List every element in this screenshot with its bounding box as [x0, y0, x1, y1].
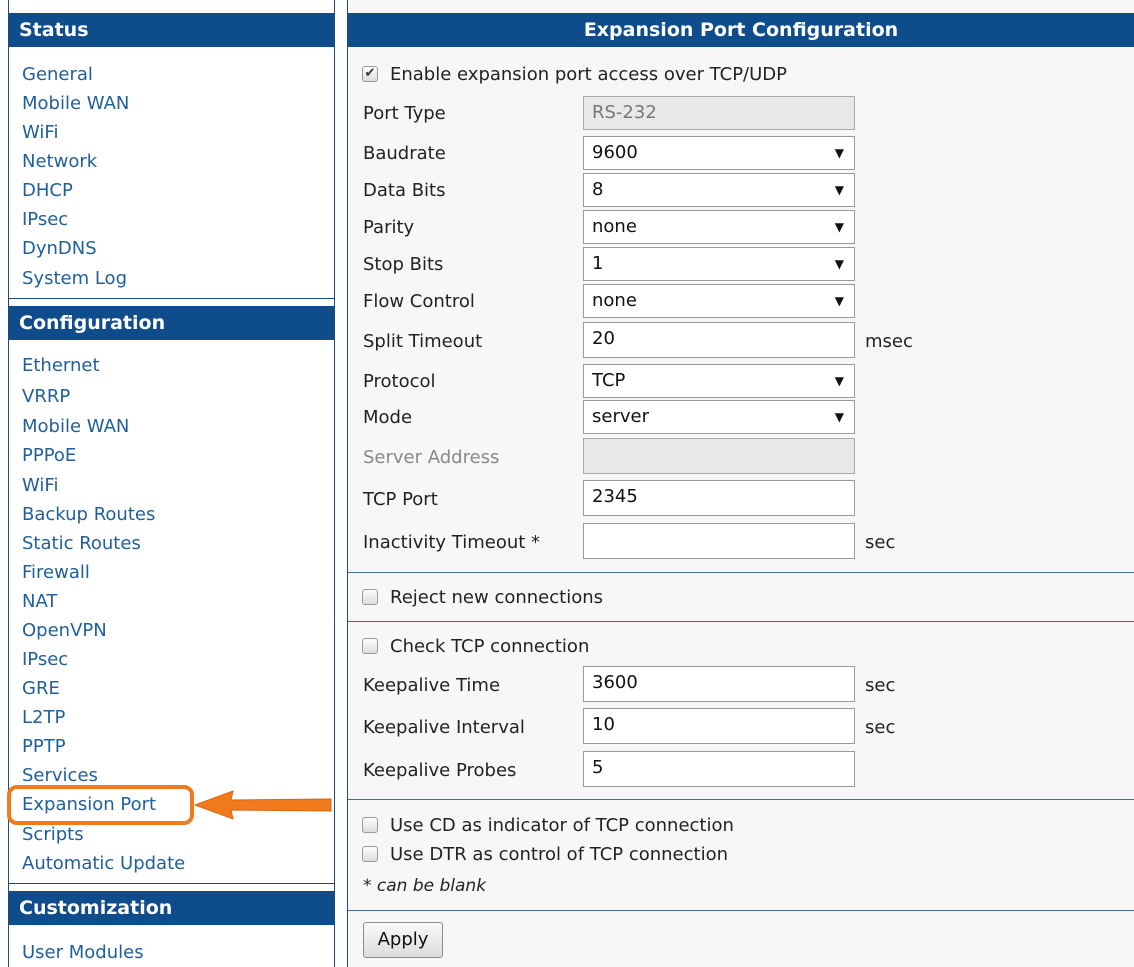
port-type-field: RS-232 [583, 96, 855, 130]
keepalive-time-input[interactable]: 3600 [583, 666, 855, 702]
keepalive-interval-label: Keepalive Interval [363, 717, 525, 738]
sidebar-item-ethernet[interactable]: Ethernet [22, 355, 100, 377]
annotation-arrow-icon [193, 790, 332, 820]
use-dtr-control-label: Use DTR as control of TCP connection [390, 844, 729, 865]
dropdown-arrow-icon: ▼ [834, 294, 844, 308]
keepalive-probes-label: Keepalive Probes [363, 760, 517, 781]
split-timeout-unit: msec [865, 331, 913, 352]
enable-expansion-port-label: Enable expansion port access over TCP/UD… [390, 64, 788, 85]
sidebar-item-firewall[interactable]: Firewall [22, 562, 90, 584]
parity-value: none [592, 216, 637, 237]
sidebar-item-pppoe[interactable]: PPPoE [22, 445, 76, 467]
reject-new-connections-label: Reject new connections [390, 587, 604, 608]
sidebar-item-status-network[interactable]: Network [22, 151, 97, 173]
keepalive-time-unit: sec [865, 675, 896, 696]
sidebar-item-status-ipsec[interactable]: IPsec [22, 209, 68, 231]
port-type-label: Port Type [363, 103, 446, 124]
sidebar-item-status-general[interactable]: General [22, 64, 93, 86]
sidebar-item-user-modules[interactable]: User Modules [22, 942, 144, 964]
sidebar-item-static-routes[interactable]: Static Routes [22, 533, 141, 555]
section-divider [348, 621, 1134, 622]
baudrate-select[interactable]: 9600 ▼ [583, 136, 855, 170]
stop-bits-label: Stop Bits [363, 254, 444, 275]
enable-expansion-port-checkbox[interactable]: ✔ [362, 66, 378, 82]
dropdown-arrow-icon: ▼ [834, 146, 844, 160]
protocol-value: TCP [592, 370, 626, 391]
flow-control-select[interactable]: none ▼ [583, 284, 855, 318]
dropdown-arrow-icon: ▼ [834, 410, 844, 424]
configuration-section-title: Configuration [9, 306, 334, 340]
flow-control-label: Flow Control [363, 291, 475, 312]
data-bits-select[interactable]: 8 ▼ [583, 173, 855, 207]
server-address-input [583, 438, 855, 474]
sidebar-item-gre[interactable]: GRE [22, 678, 60, 700]
parity-label: Parity [363, 217, 415, 238]
dropdown-arrow-icon: ▼ [834, 183, 844, 197]
sidebar-item-status-dhcp[interactable]: DHCP [22, 180, 73, 202]
baudrate-label: Baudrate [363, 143, 446, 164]
sidebar-item-pptp[interactable]: PPTP [22, 736, 66, 758]
dropdown-arrow-icon: ▼ [834, 257, 844, 271]
reject-new-connections-checkbox[interactable] [362, 589, 378, 605]
section-divider [348, 799, 1134, 800]
keepalive-interval-unit: sec [865, 717, 896, 738]
section-divider [348, 572, 1134, 573]
sidebar-item-automatic-update[interactable]: Automatic Update [22, 853, 185, 875]
selected-item-highlight [7, 785, 194, 825]
dropdown-arrow-icon: ▼ [834, 374, 844, 388]
config-panel: Expansion Port Configuration ✔ Enable ex… [347, 0, 1134, 967]
tcp-port-label: TCP Port [363, 489, 438, 510]
data-bits-value: 8 [592, 179, 604, 200]
dropdown-arrow-icon: ▼ [834, 220, 844, 234]
flow-control-value: none [592, 290, 637, 311]
sidebar-item-status-mobile-wan[interactable]: Mobile WAN [22, 93, 129, 115]
data-bits-label: Data Bits [363, 180, 446, 201]
stop-bits-select[interactable]: 1 ▼ [583, 247, 855, 281]
inactivity-timeout-input[interactable] [583, 523, 855, 559]
keepalive-interval-input[interactable]: 10 [583, 708, 855, 744]
server-address-label: Server Address [363, 447, 500, 468]
sidebar-item-scripts[interactable]: Scripts [22, 824, 84, 846]
sidebar-item-nat[interactable]: NAT [22, 591, 57, 613]
sidebar-item-backup-routes[interactable]: Backup Routes [22, 504, 155, 526]
mode-label: Mode [363, 407, 413, 428]
sidebar-item-status-wifi[interactable]: WiFi [22, 122, 58, 144]
section-divider [348, 910, 1134, 911]
inactivity-timeout-unit: sec [865, 532, 896, 553]
sidebar-item-wifi[interactable]: WiFi [22, 475, 58, 497]
sidebar-item-vrrp[interactable]: VRRP [22, 386, 70, 408]
keepalive-time-label: Keepalive Time [363, 675, 501, 696]
sidebar-item-services[interactable]: Services [22, 765, 98, 787]
protocol-label: Protocol [363, 371, 436, 392]
sidebar-item-l2tp[interactable]: L2TP [22, 707, 65, 729]
status-section-title: Status [9, 13, 334, 47]
customization-section-title: Customization [9, 891, 334, 925]
apply-button[interactable]: Apply [363, 922, 443, 958]
sidebar-item-status-dyndns[interactable]: DynDNS [22, 238, 97, 260]
use-dtr-control-checkbox[interactable] [362, 846, 378, 862]
inactivity-timeout-label: Inactivity Timeout * [363, 532, 541, 553]
blank-note: * can be blank [363, 876, 487, 896]
sidebar-item-status-system-log[interactable]: System Log [22, 268, 127, 290]
mode-select[interactable]: server ▼ [583, 400, 855, 434]
page-title: Expansion Port Configuration [348, 13, 1134, 47]
baudrate-value: 9600 [592, 142, 638, 163]
sidebar-item-ipsec[interactable]: IPsec [22, 649, 68, 671]
check-tcp-connection-label: Check TCP connection [390, 636, 590, 657]
check-tcp-connection-checkbox[interactable] [362, 638, 378, 654]
use-cd-indicator-checkbox[interactable] [362, 817, 378, 833]
mode-value: server [592, 406, 649, 427]
tcp-port-input[interactable]: 2345 [583, 480, 855, 516]
keepalive-probes-input[interactable]: 5 [583, 751, 855, 787]
parity-select[interactable]: none ▼ [583, 210, 855, 244]
sidebar-item-openvpn[interactable]: OpenVPN [22, 620, 107, 642]
split-timeout-label: Split Timeout [363, 331, 483, 352]
protocol-select[interactable]: TCP ▼ [583, 364, 855, 398]
stop-bits-value: 1 [592, 253, 604, 274]
split-timeout-input[interactable]: 20 [583, 322, 855, 358]
sidebar-item-mobile-wan[interactable]: Mobile WAN [22, 416, 129, 438]
use-cd-indicator-label: Use CD as indicator of TCP connection [390, 815, 734, 836]
